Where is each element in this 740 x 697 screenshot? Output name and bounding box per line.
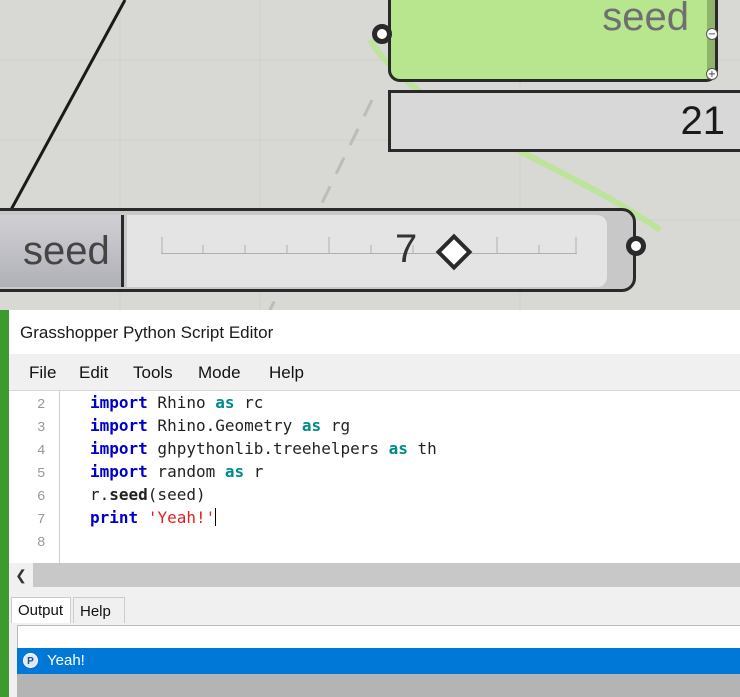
code-text: ghpythonlib.treehelpers: [147, 439, 389, 458]
line-number: 7: [37, 512, 46, 528]
code-text: Rhino.Geometry: [147, 416, 302, 435]
string-literal: 'Yeah!': [147, 508, 216, 527]
keyword: import: [90, 416, 148, 435]
zoom-minus-icon[interactable]: −: [706, 28, 718, 40]
python-script-editor-window: Grasshopper Python Script Editor File Ed…: [9, 310, 740, 697]
keyword: as: [388, 439, 408, 458]
scroll-left-arrow-icon[interactable]: ❮: [9, 563, 33, 587]
menu-help[interactable]: Help: [269, 363, 304, 383]
horizontal-scrollbar[interactable]: ❮: [9, 563, 740, 587]
slider-name-box[interactable]: seed: [0, 215, 124, 287]
line-number: 5: [37, 466, 46, 482]
line-number: 8: [37, 535, 46, 551]
line-number: 4: [37, 443, 46, 459]
slider-output-port[interactable]: [626, 236, 646, 256]
slider-ticks: [161, 237, 577, 254]
keyword: print: [90, 508, 139, 527]
line-number: 3: [37, 420, 46, 436]
menu-tools[interactable]: Tools: [133, 363, 173, 383]
line-number: 2: [37, 397, 46, 413]
keyword: import: [90, 393, 148, 412]
number-slider[interactable]: seed 7: [0, 208, 636, 292]
output-empty-area: [17, 674, 740, 697]
output-filter-box[interactable]: [17, 625, 740, 649]
output-text: Yeah!: [47, 652, 85, 669]
slider-name: seed: [23, 229, 110, 273]
keyword: as: [215, 393, 235, 412]
keyword: as: [224, 462, 245, 481]
code-line: import Rhino.Geometry as rg: [90, 416, 350, 435]
seed-node-label: seed: [602, 0, 689, 39]
menu-edit[interactable]: Edit: [79, 363, 108, 383]
output-pane: Output Help P Yeah!: [9, 587, 740, 697]
code-editor[interactable]: 2 3 4 5 6 7 8 import Rhino as rc import …: [9, 391, 740, 563]
seed-parameter-node[interactable]: seed: [388, 0, 718, 82]
code-text: rc: [234, 393, 264, 412]
keyword: as: [301, 416, 322, 435]
value-panel[interactable]: 21: [388, 90, 740, 152]
tab-output[interactable]: Output: [11, 597, 71, 623]
seed-node-input-port[interactable]: [372, 24, 392, 44]
code-line: import ghpythonlib.treehelpers as th: [90, 439, 437, 458]
text-caret: [215, 508, 217, 526]
keyword: import: [90, 439, 148, 458]
code-text: Rhino: [147, 393, 216, 412]
code-line: print 'Yeah!': [90, 508, 217, 527]
function-name: seed: [109, 485, 148, 504]
line-number-gutter: 2 3 4 5 6 7 8: [9, 391, 60, 563]
window-title: Grasshopper Python Script Editor: [20, 323, 274, 342]
line-number: 6: [37, 489, 46, 505]
canvas-left-edge: [0, 310, 9, 697]
code-text: r: [244, 462, 264, 481]
window-titlebar[interactable]: Grasshopper Python Script Editor: [9, 310, 740, 354]
keyword: import: [90, 462, 148, 481]
code-line: import Rhino as rc: [90, 393, 263, 412]
code-text: random: [147, 462, 225, 481]
menu-bar: File Edit Tools Mode Help: [9, 354, 740, 391]
output-row[interactable]: P Yeah!: [17, 648, 740, 674]
tab-help[interactable]: Help: [73, 597, 125, 623]
slider-value: 7: [395, 227, 418, 271]
menu-mode[interactable]: Mode: [198, 363, 241, 383]
code-text: (seed): [147, 485, 206, 504]
code-line: import random as r: [90, 462, 263, 481]
panel-value: 21: [680, 99, 726, 143]
menu-file[interactable]: File: [29, 363, 56, 383]
grasshopper-canvas[interactable]: seed − + 21 seed 7: [0, 0, 740, 310]
code-text: r.: [90, 485, 110, 504]
python-icon: P: [23, 653, 38, 668]
zoom-plus-icon[interactable]: +: [706, 68, 718, 80]
code-text: th: [407, 439, 437, 458]
code-line: r.seed(seed): [90, 485, 206, 504]
code-text: rg: [321, 416, 351, 435]
